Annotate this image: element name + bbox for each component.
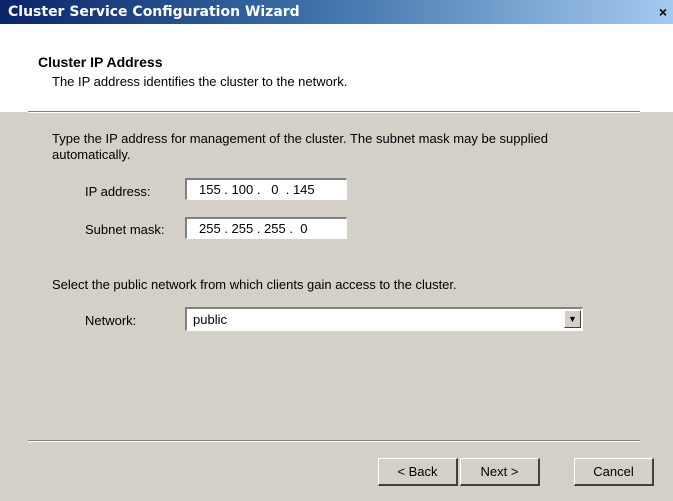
network-select[interactable]: public ▼ bbox=[185, 307, 583, 331]
cancel-button[interactable]: Cancel bbox=[574, 458, 654, 486]
ip-address-label: IP address: bbox=[85, 184, 151, 199]
window-title: Cluster Service Configuration Wizard bbox=[8, 4, 300, 20]
subnet-mask-label: Subnet mask: bbox=[85, 222, 165, 237]
network-label: Network: bbox=[85, 313, 137, 328]
close-icon[interactable]: × bbox=[655, 4, 671, 20]
page-title: Cluster IP Address bbox=[38, 54, 163, 70]
title-bar: Cluster Service Configuration Wizard × bbox=[0, 0, 673, 24]
page-subtitle: The IP address identifies the cluster to… bbox=[52, 74, 348, 89]
subnet-mask-field[interactable]: 255 . 255 . 255 . 0 bbox=[185, 217, 347, 239]
dropdown-arrow-icon[interactable]: ▼ bbox=[564, 310, 581, 328]
wizard-header: Cluster IP Address The IP address identi… bbox=[0, 24, 673, 112]
header-divider bbox=[28, 111, 640, 113]
ip-address-field[interactable]: 155 . 100 . 0 . 145 bbox=[185, 178, 347, 200]
instruction-text-line1: Type the IP address for management of th… bbox=[52, 131, 548, 146]
network-instruction-text: Select the public network from which cli… bbox=[52, 277, 457, 292]
network-select-value: public bbox=[193, 312, 227, 327]
next-button[interactable]: Next > bbox=[460, 458, 540, 486]
back-button[interactable]: < Back bbox=[378, 458, 458, 486]
footer-divider bbox=[28, 440, 640, 442]
instruction-text-line2: automatically. bbox=[52, 147, 131, 162]
